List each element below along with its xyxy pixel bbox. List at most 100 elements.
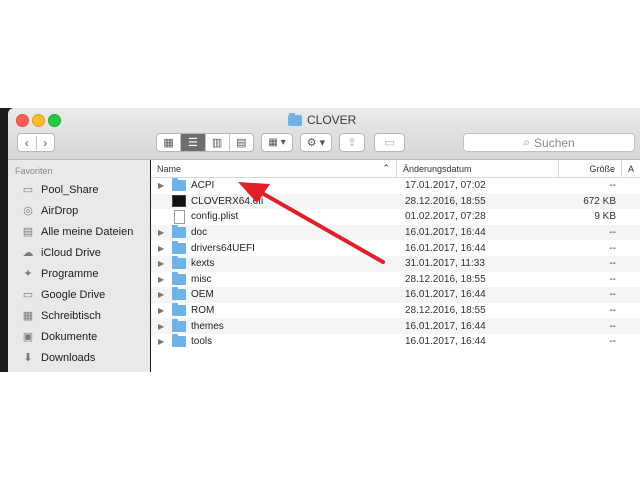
folder-icon <box>172 334 186 348</box>
file-name: OEM <box>191 289 214 301</box>
sidebar-item[interactable]: ⬇ Downloads <box>8 347 150 368</box>
sidebar-item-label: Pool_Share <box>41 183 99 196</box>
disclosure-triangle-icon[interactable]: ▶ <box>158 244 172 253</box>
folder-icon <box>172 287 186 301</box>
file-size: -- <box>609 258 616 270</box>
modified-date: 16.01.2017, 16:44 <box>405 336 486 348</box>
table-row[interactable]: ▶ ROM 28.12.2016, 18:55 -- <box>151 303 640 319</box>
folder-icon <box>172 256 186 270</box>
sidebar-item-label: Downloads <box>41 351 96 364</box>
modified-date: 01.02.2017, 07:28 <box>405 211 486 223</box>
table-row[interactable]: ▶ tools 16.01.2017, 16:44 -- <box>151 334 640 350</box>
search-field[interactable]: ⌕ Suchen <box>463 133 635 152</box>
disclosure-triangle-icon[interactable]: ▶ <box>158 275 172 284</box>
disclosure-triangle-icon[interactable]: ▶ <box>158 337 172 346</box>
sidebar-item[interactable]: ◎ AirDrop <box>8 200 150 221</box>
folder-icon: ▭ <box>22 184 34 196</box>
file-name-cell: ▶ drivers64UEFI <box>151 240 397 254</box>
arrange-menu-button[interactable]: ▦ ▾ <box>261 133 293 152</box>
file-name: ROM <box>191 305 215 317</box>
airdrop-icon: ◎ <box>23 205 33 217</box>
column-kind-header[interactable]: A <box>622 160 640 177</box>
sidebar-item-label: Programme <box>41 267 99 280</box>
back-button[interactable]: ‹ <box>18 136 36 150</box>
column-header: Name ⌃ Änderungsdatum Größe A <box>151 160 640 178</box>
file-size: -- <box>609 320 616 332</box>
disclosure-triangle-icon[interactable]: ▶ <box>158 181 172 190</box>
file-name-cell: ▶ ROM <box>151 303 397 317</box>
table-row[interactable]: ▶ OEM 16.01.2017, 16:44 -- <box>151 287 640 303</box>
table-row[interactable]: ▶ doc 16.01.2017, 16:44 -- <box>151 224 640 241</box>
search-icon: ⌕ <box>523 135 531 149</box>
disclosure-triangle-icon[interactable]: ▶ <box>158 228 172 237</box>
disclosure-triangle-icon[interactable]: ▶ <box>158 259 172 268</box>
desktop-icon: ▦ <box>22 310 34 322</box>
table-row[interactable]: ▶ themes 16.01.2017, 16:44 -- <box>151 318 640 334</box>
sidebar-item-label: iCloud Drive <box>41 246 101 259</box>
file-size: -- <box>609 227 616 239</box>
close-window-button[interactable] <box>16 114 29 127</box>
table-row[interactable]: ▶ misc 28.12.2016, 18:55 -- <box>151 271 640 288</box>
downloads-icon: ⬇ <box>23 352 33 364</box>
action-menu-button[interactable]: ⚙ ▾ <box>300 133 332 152</box>
navigation-buttons: ‹ › <box>17 133 55 152</box>
file-name: misc <box>191 273 212 285</box>
modified-date: 16.01.2017, 16:44 <box>405 242 486 254</box>
sidebar: Favoriten ▭ Pool_Share ◎ AirDrop ▤ Alle meine… <box>8 160 150 372</box>
cover-flow-button[interactable]: ▤ <box>228 134 253 151</box>
folder-icon <box>172 318 186 332</box>
sidebar-item[interactable]: ▦ Schreibtisch <box>8 305 150 326</box>
table-row[interactable]: ▶ kexts 31.01.2017, 11:33 -- <box>151 255 640 272</box>
modified-date: 28.12.2016, 18:55 <box>405 305 486 317</box>
all-files-icon: ▤ <box>22 226 34 238</box>
disclosure-triangle-icon[interactable]: ▶ <box>158 322 172 331</box>
window-title: CLOVER <box>288 112 356 127</box>
sidebar-item[interactable]: ▭ Pool_Share <box>8 179 150 200</box>
disclosure-triangle-icon[interactable]: ▶ <box>158 290 172 299</box>
file-name: doc <box>191 227 208 239</box>
column-view-button[interactable]: ▥ <box>204 134 229 151</box>
sidebar-item[interactable]: ✦ Programme <box>8 263 150 284</box>
file-size: -- <box>609 180 616 192</box>
share-button[interactable]: ⇪ <box>339 133 365 152</box>
modified-date: 28.12.2016, 18:55 <box>405 195 486 207</box>
sidebar-item-label: Dokumente <box>41 330 98 343</box>
folder-icon <box>172 240 186 254</box>
file-name-cell: ▶ misc <box>151 271 397 285</box>
file-name-cell: ▶ themes <box>151 318 397 332</box>
modified-date: 17.01.2017, 07:02 <box>405 180 486 192</box>
forward-button[interactable]: › <box>35 135 55 150</box>
minimize-window-button[interactable] <box>32 114 45 127</box>
file-name: CLOVERX64.efi <box>191 195 264 207</box>
modified-date: 16.01.2017, 16:44 <box>405 227 486 239</box>
sidebar-item[interactable]: ▤ Alle meine Dateien <box>8 221 150 242</box>
table-row[interactable]: CLOVERX64.efi 28.12.2016, 18:55 672 KB <box>151 193 640 210</box>
column-size-header[interactable]: Größe <box>559 160 622 177</box>
sidebar-item[interactable]: ▣ Dokumente <box>8 326 150 347</box>
table-row[interactable]: ▶ ACPI 17.01.2017, 07:02 -- <box>151 178 640 194</box>
table-row[interactable]: ▶ drivers64UEFI 16.01.2017, 16:44 -- <box>151 240 640 256</box>
finder-window: CLOVER ‹ › ▦ ☰ ▥ ▤ ▦ ▾ ⚙ ▾ ⇪ ▭ ⌕ Suchen … <box>0 108 640 372</box>
file-size: -- <box>609 289 616 301</box>
file-size: -- <box>609 305 616 317</box>
icon-view-button[interactable]: ▦ <box>157 134 180 151</box>
file-name-cell: ▶ doc <box>151 225 397 239</box>
file-size: 9 KB <box>594 211 616 223</box>
sidebar-item[interactable]: ☁ iCloud Drive <box>8 242 150 263</box>
table-row[interactable]: config.plist 01.02.2017, 07:28 9 KB <box>151 209 640 225</box>
cloud-icon: ☁ <box>22 247 34 259</box>
tag-button[interactable]: ▭ <box>374 133 405 152</box>
sidebar-item-label: AirDrop <box>41 204 79 217</box>
folder-icon <box>288 112 302 126</box>
file-name-cell: ▶ ACPI <box>151 178 397 192</box>
sidebar-item[interactable]: ▭ Google Drive <box>8 284 150 305</box>
list-view-button[interactable]: ☰ <box>180 134 205 151</box>
zoom-window-button[interactable] <box>48 114 61 127</box>
column-date-header[interactable]: Änderungsdatum <box>397 160 559 177</box>
search-placeholder: Suchen <box>534 135 575 150</box>
file-name: config.plist <box>191 211 239 223</box>
title-bar: CLOVER ‹ › ▦ ☰ ▥ ▤ ▦ ▾ ⚙ ▾ ⇪ ▭ ⌕ Suchen <box>8 108 640 160</box>
column-name-header[interactable]: Name ⌃ <box>151 160 397 177</box>
file-name: ACPI <box>191 180 215 192</box>
disclosure-triangle-icon[interactable]: ▶ <box>158 306 172 315</box>
